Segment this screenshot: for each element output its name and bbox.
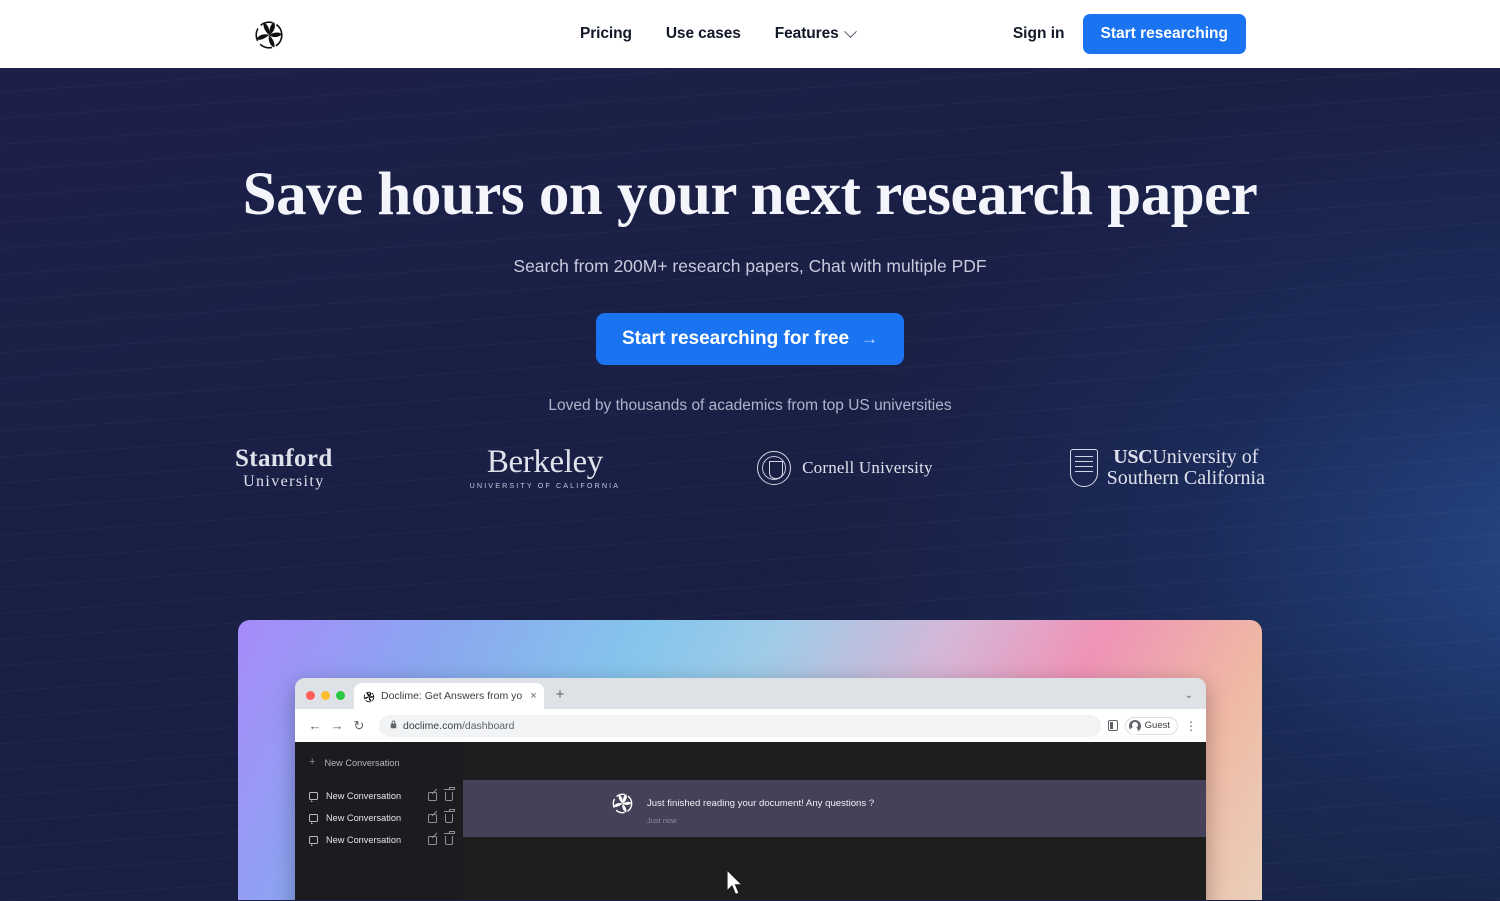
- berkeley-logo-line2: UNIVERSITY OF CALIFORNIA: [469, 481, 621, 491]
- plus-icon: +: [309, 756, 316, 768]
- start-researching-button[interactable]: Start researching: [1082, 14, 1246, 54]
- avatar: [1128, 719, 1141, 732]
- usc-university-logo: USCUniversity of Southern California: [1069, 446, 1265, 489]
- new-conversation-label: New Conversation: [324, 757, 400, 768]
- hero-section: Save hours on your next research paper S…: [0, 68, 1500, 900]
- tab-favicon-icon: [363, 690, 375, 703]
- assistant-avatar-icon: [611, 792, 634, 815]
- browser-tab[interactable]: Doclime: Get Answers from yo ×: [354, 683, 544, 709]
- cornell-university-logo: Cornell University: [757, 450, 933, 485]
- profile-button[interactable]: Guest: [1124, 716, 1178, 735]
- hero-cta-label: Start researching for free: [621, 327, 850, 349]
- nav-links: Pricing Use cases Features: [580, 0, 857, 68]
- top-navbar: Pricing Use cases Features Sign in Start…: [0, 0, 1500, 68]
- back-icon[interactable]: ←: [304, 718, 326, 733]
- stanford-logo-line2: University: [243, 472, 325, 490]
- conversation-label: New Conversation: [326, 835, 402, 845]
- chat-message-timestamp: Just now: [647, 816, 677, 825]
- doclime-app: + New Conversation New Conversation New …: [295, 742, 1206, 900]
- university-logos: Stanford University Berkeley UNIVERSITY …: [235, 437, 1265, 499]
- product-screenshot-frame: Doclime: Get Answers from yo × + ⌄ ← → ↻…: [238, 620, 1262, 900]
- chat-bubble-icon: [309, 836, 318, 846]
- forward-icon[interactable]: →: [326, 718, 348, 733]
- list-item[interactable]: New Conversation: [295, 785, 463, 807]
- url-domain: doclime.com: [403, 719, 462, 732]
- chat-bubble-icon: [309, 814, 318, 824]
- stanford-logo-line1: Stanford: [235, 444, 333, 472]
- url-input[interactable]: doclime.com/dashboard: [379, 714, 1101, 737]
- list-item[interactable]: New Conversation: [295, 807, 463, 829]
- conversation-label: New Conversation: [326, 791, 402, 801]
- minimize-window-icon[interactable]: [321, 691, 330, 700]
- hero-subtitle: Search from 200M+ research papers, Chat …: [513, 255, 987, 276]
- browser-address-bar: ← → ↻ doclime.com/dashboard Guest ⋮: [295, 709, 1206, 742]
- chat-message-text: Just finished reading your document! Any…: [647, 798, 875, 809]
- maximize-window-icon[interactable]: [336, 691, 345, 700]
- stanford-university-logo: Stanford University: [235, 446, 333, 490]
- arrow-right-icon: →: [861, 328, 879, 348]
- berkeley-logo-line1: Berkeley: [486, 444, 603, 481]
- side-panel-icon[interactable]: [1107, 720, 1118, 731]
- conversations-sidebar: + New Conversation New Conversation New …: [295, 742, 463, 900]
- new-conversation-button[interactable]: + New Conversation: [295, 752, 463, 773]
- nav-link-use-cases-label: Use cases: [665, 25, 741, 42]
- trash-icon[interactable]: [444, 786, 455, 801]
- usc-logo-line2: Southern California: [1106, 466, 1265, 489]
- page-title: Save hours on your next research paper: [242, 161, 1258, 228]
- doclime-pinwheel-logo-icon[interactable]: [252, 18, 286, 52]
- reload-icon[interactable]: ↻: [348, 718, 370, 734]
- url-path: /dashboard: [461, 719, 515, 732]
- conversation-label: New Conversation: [326, 813, 402, 823]
- sign-in-link[interactable]: Sign in: [1013, 25, 1065, 43]
- usc-logo-line1b: University of: [1152, 446, 1259, 469]
- usc-logo-abbrev: USC: [1113, 446, 1153, 469]
- social-proof-text: Loved by thousands of academics from top…: [548, 396, 952, 414]
- edit-icon[interactable]: [428, 791, 437, 801]
- nav-link-pricing[interactable]: Pricing: [580, 25, 632, 43]
- lock-icon: [390, 720, 397, 731]
- chat-bubble-icon: [309, 792, 318, 802]
- trash-icon[interactable]: [444, 808, 455, 823]
- usc-shield-icon: [1069, 448, 1098, 487]
- browser-mockup: Doclime: Get Answers from yo × + ⌄ ← → ↻…: [295, 678, 1206, 900]
- edit-icon[interactable]: [428, 835, 437, 845]
- window-controls: [295, 691, 354, 709]
- browser-menu-icon[interactable]: ⋮: [1185, 720, 1197, 732]
- nav-link-use-cases[interactable]: Use cases: [666, 25, 741, 43]
- browser-tab-bar: Doclime: Get Answers from yo × + ⌄: [295, 678, 1206, 709]
- list-item[interactable]: New Conversation: [295, 829, 463, 851]
- berkeley-university-logo: Berkeley UNIVERSITY OF CALIFORNIA: [469, 444, 621, 491]
- nav-link-features-label: Features: [774, 25, 839, 42]
- close-tab-icon[interactable]: ×: [528, 690, 536, 702]
- cornell-logo-label: Cornell University: [802, 457, 933, 477]
- nav-link-features[interactable]: Features: [774, 24, 857, 43]
- chevron-down-icon: [843, 24, 857, 38]
- start-researching-for-free-button[interactable]: Start researching for free →: [595, 312, 905, 365]
- nav-link-pricing-label: Pricing: [580, 25, 632, 42]
- cornell-seal-icon: [757, 450, 792, 485]
- chat-panel: Just finished reading your document! Any…: [463, 742, 1206, 900]
- nav-actions: Sign in Start researching: [1013, 0, 1246, 68]
- edit-icon[interactable]: [428, 813, 437, 823]
- address-bar-actions: Guest ⋮: [1107, 716, 1197, 735]
- profile-label: Guest: [1144, 720, 1170, 731]
- tab-search-chevron-icon[interactable]: ⌄: [1185, 690, 1193, 701]
- trash-icon[interactable]: [444, 830, 455, 845]
- new-tab-icon[interactable]: +: [544, 686, 565, 709]
- chat-message: Just finished reading your document! Any…: [463, 780, 1206, 837]
- browser-tab-title: Doclime: Get Answers from yo: [381, 690, 523, 702]
- close-window-icon[interactable]: [306, 691, 315, 700]
